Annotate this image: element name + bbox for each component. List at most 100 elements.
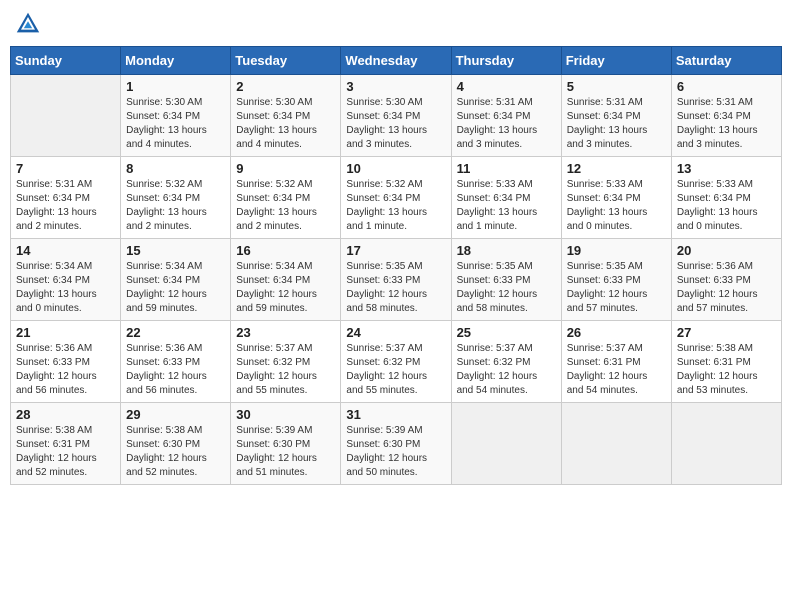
day-info: Sunrise: 5:30 AMSunset: 6:34 PMDaylight:… <box>346 96 445 152</box>
day-number: 3 <box>346 79 445 94</box>
calendar-cell: 9Sunrise: 5:32 AMSunset: 6:34 PMDaylight… <box>231 157 341 239</box>
day-info: Sunrise: 5:37 AMSunset: 6:32 PMDaylight:… <box>346 342 445 398</box>
day-info: Sunrise: 5:34 AMSunset: 6:34 PMDaylight:… <box>126 260 225 316</box>
calendar-cell: 2 Sunrise: 5:30 AMSunset: 6:34 PMDaylight… <box>231 75 341 157</box>
day-number: 5 <box>567 79 666 94</box>
day-info: Sunrise: 5:31 AMSunset: 6:34 PMDaylight:… <box>457 96 556 152</box>
day-info: Sunrise: 5:36 AMSunset: 6:33 PMDaylight:… <box>126 342 225 398</box>
logo <box>14 10 44 38</box>
day-number: 18 <box>457 243 556 258</box>
day-info: Sunrise: 5:33 AMSunset: 6:34 PMDaylight:… <box>677 178 776 234</box>
calendar-cell: 7Sunrise: 5:31 AMSunset: 6:34 PMDaylight… <box>11 157 121 239</box>
calendar-cell: 16Sunrise: 5:34 AMSunset: 6:34 PMDayligh… <box>231 239 341 321</box>
day-number: 10 <box>346 161 445 176</box>
day-info: Sunrise: 5:32 AMSunset: 6:34 PMDaylight:… <box>346 178 445 234</box>
day-number: 8 <box>126 161 225 176</box>
calendar-cell: 19Sunrise: 5:35 AMSunset: 6:33 PMDayligh… <box>561 239 671 321</box>
day-number: 24 <box>346 325 445 340</box>
day-info: Sunrise: 5:37 AMSunset: 6:31 PMDaylight:… <box>567 342 666 398</box>
calendar-cell: 10 Sunrise: 5:32 AMSunset: 6:34 PMDayligh… <box>341 157 451 239</box>
calendar-cell: 15 Sunrise: 5:34 AMSunset: 6:34 PMDayligh… <box>121 239 231 321</box>
calendar-cell: 8Sunrise: 5:32 AMSunset: 6:34 PMDaylight… <box>121 157 231 239</box>
day-number: 31 <box>346 407 445 422</box>
header-row: SundayMondayTuesdayWednesdayThursdayFrid… <box>11 47 782 75</box>
calendar-cell <box>451 403 561 485</box>
day-number: 28 <box>16 407 115 422</box>
day-number: 12 <box>567 161 666 176</box>
header-tuesday: Tuesday <box>231 47 341 75</box>
calendar-cell: 5 Sunrise: 5:31 AMSunset: 6:34 PMDaylight… <box>561 75 671 157</box>
day-info: Sunrise: 5:35 AMSunset: 6:33 PMDaylight:… <box>457 260 556 316</box>
calendar-cell: 23Sunrise: 5:37 AMSunset: 6:32 PMDayligh… <box>231 321 341 403</box>
day-number: 15 <box>126 243 225 258</box>
day-number: 14 <box>16 243 115 258</box>
day-info: Sunrise: 5:34 AMSunset: 6:34 PMDaylight:… <box>236 260 335 316</box>
day-info: Sunrise: 5:39 AMSunset: 6:30 PMDaylight:… <box>346 424 445 480</box>
calendar-cell: 11Sunrise: 5:33 AMSunset: 6:34 PMDayligh… <box>451 157 561 239</box>
calendar-cell: 28 Sunrise: 5:38 AMSunset: 6:31 PMDayligh… <box>11 403 121 485</box>
day-info: Sunrise: 5:33 AMSunset: 6:34 PMDaylight:… <box>567 178 666 234</box>
day-number: 13 <box>677 161 776 176</box>
logo-icon <box>14 10 42 38</box>
day-number: 20 <box>677 243 776 258</box>
header-monday: Monday <box>121 47 231 75</box>
day-info: Sunrise: 5:38 AMSunset: 6:30 PMDaylight:… <box>126 424 225 480</box>
calendar-cell: 17 Sunrise: 5:35 AMSunset: 6:33 PMDayligh… <box>341 239 451 321</box>
day-info: Sunrise: 5:33 AMSunset: 6:34 PMDaylight:… <box>457 178 556 234</box>
day-number: 17 <box>346 243 445 258</box>
day-info: Sunrise: 5:38 AMSunset: 6:31 PMDaylight:… <box>677 342 776 398</box>
calendar-cell <box>561 403 671 485</box>
calendar-cell: 18 Sunrise: 5:35 AMSunset: 6:33 PMDayligh… <box>451 239 561 321</box>
calendar-cell: 1 Sunrise: 5:30 AMSunset: 6:34 PMDaylight… <box>121 75 231 157</box>
day-info: Sunrise: 5:31 AMSunset: 6:34 PMDaylight:… <box>567 96 666 152</box>
day-info: Sunrise: 5:36 AMSunset: 6:33 PMDaylight:… <box>16 342 115 398</box>
day-number: 27 <box>677 325 776 340</box>
calendar-cell: 31 Sunrise: 5:39 AMSunset: 6:30 PMDayligh… <box>341 403 451 485</box>
day-info: Sunrise: 5:39 AMSunset: 6:30 PMDaylight:… <box>236 424 335 480</box>
day-number: 6 <box>677 79 776 94</box>
day-number: 21 <box>16 325 115 340</box>
calendar-cell: 20 Sunrise: 5:36 AMSunset: 6:33 PMDayligh… <box>671 239 781 321</box>
day-info: Sunrise: 5:36 AMSunset: 6:33 PMDaylight:… <box>677 260 776 316</box>
day-number: 1 <box>126 79 225 94</box>
day-info: Sunrise: 5:30 AMSunset: 6:34 PMDaylight:… <box>236 96 335 152</box>
day-info: Sunrise: 5:38 AMSunset: 6:31 PMDaylight:… <box>16 424 115 480</box>
header-wednesday: Wednesday <box>341 47 451 75</box>
day-number: 25 <box>457 325 556 340</box>
calendar-cell <box>11 75 121 157</box>
page-header <box>10 10 782 38</box>
calendar-table: SundayMondayTuesdayWednesdayThursdayFrid… <box>10 46 782 485</box>
calendar-cell: 25 Sunrise: 5:37 AMSunset: 6:32 PMDayligh… <box>451 321 561 403</box>
day-info: Sunrise: 5:31 AMSunset: 6:34 PMDaylight:… <box>677 96 776 152</box>
day-number: 4 <box>457 79 556 94</box>
day-number: 2 <box>236 79 335 94</box>
calendar-cell: 12 Sunrise: 5:33 AMSunset: 6:34 PMDayligh… <box>561 157 671 239</box>
calendar-cell: 14 Sunrise: 5:34 AMSunset: 6:34 PMDayligh… <box>11 239 121 321</box>
header-saturday: Saturday <box>671 47 781 75</box>
calendar-cell: 26 Sunrise: 5:37 AMSunset: 6:31 PMDayligh… <box>561 321 671 403</box>
day-number: 29 <box>126 407 225 422</box>
day-info: Sunrise: 5:37 AMSunset: 6:32 PMDaylight:… <box>457 342 556 398</box>
week-row-1: 1 Sunrise: 5:30 AMSunset: 6:34 PMDaylight… <box>11 75 782 157</box>
calendar-cell: 13 Sunrise: 5:33 AMSunset: 6:34 PMDayligh… <box>671 157 781 239</box>
week-row-4: 21 Sunrise: 5:36 AMSunset: 6:33 PMDayligh… <box>11 321 782 403</box>
calendar-cell: 30 Sunrise: 5:39 AMSunset: 6:30 PMDayligh… <box>231 403 341 485</box>
calendar-cell: 22Sunrise: 5:36 AMSunset: 6:33 PMDayligh… <box>121 321 231 403</box>
day-info: Sunrise: 5:35 AMSunset: 6:33 PMDaylight:… <box>346 260 445 316</box>
week-row-5: 28 Sunrise: 5:38 AMSunset: 6:31 PMDayligh… <box>11 403 782 485</box>
calendar-cell <box>671 403 781 485</box>
day-number: 9 <box>236 161 335 176</box>
week-row-3: 14 Sunrise: 5:34 AMSunset: 6:34 PMDayligh… <box>11 239 782 321</box>
calendar-body: 1 Sunrise: 5:30 AMSunset: 6:34 PMDaylight… <box>11 75 782 485</box>
day-info: Sunrise: 5:37 AMSunset: 6:32 PMDaylight:… <box>236 342 335 398</box>
header-friday: Friday <box>561 47 671 75</box>
calendar-header: SundayMondayTuesdayWednesdayThursdayFrid… <box>11 47 782 75</box>
day-number: 7 <box>16 161 115 176</box>
day-info: Sunrise: 5:34 AMSunset: 6:34 PMDaylight:… <box>16 260 115 316</box>
day-number: 26 <box>567 325 666 340</box>
day-info: Sunrise: 5:30 AMSunset: 6:34 PMDaylight:… <box>126 96 225 152</box>
day-number: 30 <box>236 407 335 422</box>
calendar-cell: 3 Sunrise: 5:30 AMSunset: 6:34 PMDaylight… <box>341 75 451 157</box>
day-info: Sunrise: 5:35 AMSunset: 6:33 PMDaylight:… <box>567 260 666 316</box>
calendar-cell: 4 Sunrise: 5:31 AMSunset: 6:34 PMDaylight… <box>451 75 561 157</box>
